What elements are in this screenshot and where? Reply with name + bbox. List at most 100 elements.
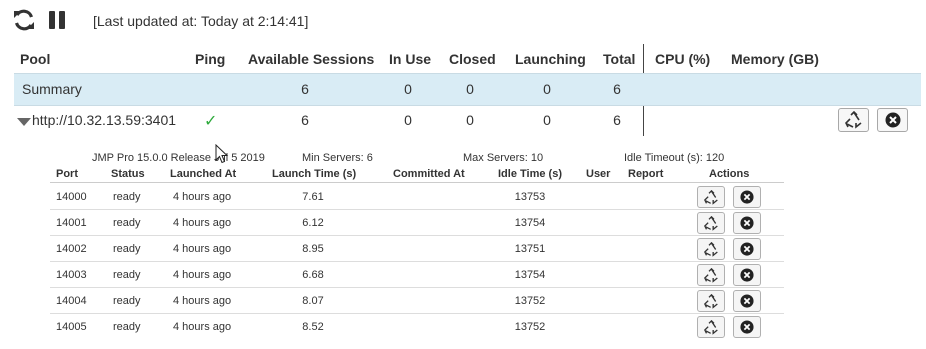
close-session-button[interactable] bbox=[733, 212, 761, 234]
refresh-button[interactable] bbox=[11, 7, 37, 33]
col-ping: Ping bbox=[195, 51, 226, 67]
close-circle-icon bbox=[740, 268, 754, 282]
detail-cell-launched-at: 4 hours ago bbox=[173, 269, 232, 281]
detail-header-divider bbox=[50, 182, 784, 183]
summary-in-use: 0 bbox=[404, 81, 412, 97]
pool-close-button[interactable] bbox=[877, 108, 908, 132]
detail-cell-launch-time: 8.52 bbox=[302, 321, 324, 333]
detail-cell-launched-at: 4 hours ago bbox=[173, 191, 232, 203]
recycle-icon bbox=[703, 293, 718, 309]
pause-icon bbox=[49, 11, 65, 29]
summary-closed: 0 bbox=[466, 81, 474, 97]
close-session-button[interactable] bbox=[733, 186, 761, 208]
detail-cell-launch-time: 8.95 bbox=[302, 243, 324, 255]
col-cpu: CPU (%) bbox=[655, 51, 711, 67]
detail-cell-status: ready bbox=[113, 295, 141, 307]
expand-toggle[interactable] bbox=[17, 114, 31, 132]
pool-url: http://10.32.13.59:3401 bbox=[32, 112, 177, 128]
recycle-icon bbox=[703, 241, 718, 257]
col-memory: Memory (GB) bbox=[731, 51, 819, 67]
close-circle-icon bbox=[740, 242, 754, 256]
recycle-icon bbox=[703, 319, 718, 335]
row-divider bbox=[50, 209, 784, 210]
summary-launching: 0 bbox=[543, 81, 551, 97]
col-total: Total bbox=[603, 51, 636, 67]
detail-cell-port: 14000 bbox=[56, 191, 87, 203]
row-divider bbox=[50, 287, 784, 288]
detail-col-launched-at: Launched At bbox=[170, 168, 237, 180]
detail-cell-status: ready bbox=[113, 321, 141, 333]
row-divider bbox=[50, 235, 784, 236]
detail-cell-status: ready bbox=[113, 217, 141, 229]
close-circle-icon bbox=[885, 112, 900, 128]
detail-col-port: Port bbox=[56, 168, 78, 180]
pool-closed: 0 bbox=[466, 112, 474, 128]
summary-divider-mask bbox=[643, 74, 644, 104]
close-session-button[interactable] bbox=[733, 264, 761, 286]
pool-available: 6 bbox=[301, 112, 309, 128]
recycle-session-button[interactable] bbox=[697, 290, 725, 312]
recycle-icon bbox=[703, 189, 718, 205]
pause-button[interactable] bbox=[44, 7, 70, 33]
col-closed: Closed bbox=[449, 51, 496, 67]
close-circle-icon bbox=[740, 294, 754, 308]
detail-cell-port: 14005 bbox=[56, 321, 87, 333]
detail-cell-port: 14001 bbox=[56, 217, 87, 229]
recycle-session-button[interactable] bbox=[697, 264, 725, 286]
max-servers-info: Max Servers: 10 bbox=[463, 152, 544, 164]
pool-total: 6 bbox=[613, 112, 621, 128]
detail-col-actions: Actions bbox=[709, 168, 750, 180]
refresh-icon bbox=[14, 9, 34, 31]
detail-cell-launch-time: 7.61 bbox=[302, 191, 324, 203]
detail-cell-launched-at: 4 hours ago bbox=[173, 217, 232, 229]
recycle-icon bbox=[844, 111, 861, 129]
detail-cell-idle-time: 13751 bbox=[514, 243, 546, 255]
detail-cell-idle-time: 13754 bbox=[514, 269, 546, 281]
close-circle-icon bbox=[740, 320, 754, 334]
pool-in-use: 0 bbox=[404, 112, 412, 128]
pool-recycle-button[interactable] bbox=[838, 108, 869, 132]
detail-col-idle-time: Idle Time (s) bbox=[498, 168, 562, 180]
detail-col-committed-at: Committed At bbox=[393, 168, 465, 180]
ping-ok-icon: ✓ bbox=[204, 113, 218, 130]
row-divider bbox=[50, 313, 784, 314]
close-session-button[interactable] bbox=[733, 238, 761, 260]
detail-cell-status: ready bbox=[113, 191, 141, 203]
summary-label: Summary bbox=[22, 81, 82, 97]
close-session-button[interactable] bbox=[733, 316, 761, 338]
detail-col-status: Status bbox=[111, 168, 145, 180]
detail-col-report: Report bbox=[628, 168, 664, 180]
close-session-button[interactable] bbox=[733, 290, 761, 312]
detail-cell-launch-time: 6.12 bbox=[302, 217, 324, 229]
summary-total: 6 bbox=[613, 81, 621, 97]
row-divider bbox=[50, 261, 784, 262]
col-available: Available Sessions bbox=[248, 51, 375, 67]
recycle-session-button[interactable] bbox=[697, 212, 725, 234]
detail-cell-port: 14003 bbox=[56, 269, 87, 281]
mouse-cursor-icon bbox=[215, 144, 229, 164]
idle-timeout-info: Idle Timeout (s): 120 bbox=[624, 152, 725, 164]
detail-cell-idle-time: 13752 bbox=[514, 321, 546, 333]
detail-col-launch-time: Launch Time (s) bbox=[272, 168, 357, 180]
detail-cell-idle-time: 13754 bbox=[514, 217, 546, 229]
close-circle-icon bbox=[740, 216, 754, 230]
detail-cell-launch-time: 8.07 bbox=[302, 295, 324, 307]
detail-cell-idle-time: 13753 bbox=[514, 191, 546, 203]
recycle-icon bbox=[703, 267, 718, 283]
detail-cell-launch-time: 6.68 bbox=[302, 269, 324, 281]
detail-cell-port: 14002 bbox=[56, 243, 87, 255]
detail-col-user: User bbox=[586, 168, 611, 180]
recycle-session-button[interactable] bbox=[697, 186, 725, 208]
recycle-session-button[interactable] bbox=[697, 238, 725, 260]
detail-cell-idle-time: 13752 bbox=[514, 295, 546, 307]
col-pool: Pool bbox=[20, 51, 51, 67]
last-updated-text: [Last updated at: Today at 2:14:41] bbox=[93, 13, 309, 29]
col-launching: Launching bbox=[515, 51, 586, 67]
recycle-session-button[interactable] bbox=[697, 316, 725, 338]
detail-cell-launched-at: 4 hours ago bbox=[173, 295, 232, 307]
detail-cell-status: ready bbox=[113, 243, 141, 255]
detail-cell-launched-at: 4 hours ago bbox=[173, 321, 232, 333]
min-servers-info: Min Servers: 6 bbox=[302, 152, 373, 164]
triangle-down-icon bbox=[17, 118, 31, 126]
detail-cell-launched-at: 4 hours ago bbox=[173, 243, 232, 255]
